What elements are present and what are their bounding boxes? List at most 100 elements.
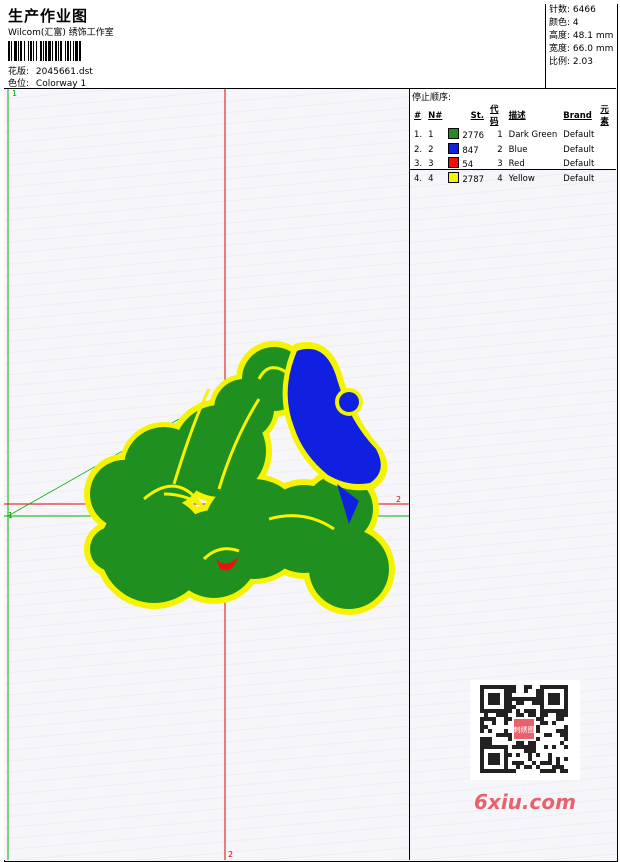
qr-module (536, 753, 540, 757)
qr-module (532, 749, 536, 753)
idx-cell: 4. (414, 173, 423, 184)
qr-module (548, 733, 552, 737)
qr-module (500, 733, 504, 737)
table-row[interactable]: 3. 3 54 3 Red Default (411, 157, 616, 172)
qr-module (480, 729, 484, 733)
qr-module (508, 709, 512, 713)
qr-module (480, 725, 484, 729)
qr-module (500, 713, 504, 717)
qr-module (564, 769, 568, 773)
color-swatch (448, 142, 460, 154)
qr-module (496, 733, 500, 737)
element-cell (597, 143, 616, 158)
qr-module (480, 717, 484, 721)
qr-module (544, 769, 548, 773)
qr-module (564, 757, 568, 761)
qr-module (516, 697, 520, 701)
qr-module (516, 713, 520, 717)
brand-cell: Default (563, 144, 595, 155)
qr-module (492, 721, 496, 725)
qr-module (556, 761, 560, 765)
qr-stamp-text: 刺绣图 (514, 725, 535, 734)
qr-module (564, 745, 568, 749)
qr-module (508, 737, 512, 741)
barcode (8, 41, 148, 61)
stop-sequence-title: 停止顺序: (412, 93, 452, 103)
qr-module (524, 697, 528, 701)
qr-module (508, 733, 512, 737)
qr-module (512, 685, 516, 689)
qr-module (548, 757, 552, 761)
qr-module (480, 737, 484, 741)
qr-module (528, 745, 532, 749)
stitch-cell: 54 (445, 157, 487, 172)
table-row[interactable]: 1. 1 2776 1 Dark Green Default (411, 128, 616, 143)
sheet-header: 生产作业图 Wilcom(汇富) 绣饰工作室 花版: 2045661.dst 色… (4, 4, 616, 89)
qr-module (480, 721, 484, 725)
qr-module (536, 765, 540, 769)
qr-module (556, 717, 560, 721)
qr-module (508, 753, 512, 757)
qr-module (536, 697, 540, 701)
qr-module (528, 749, 532, 753)
qr-module (484, 717, 488, 721)
qr-module (520, 697, 524, 701)
col-element: 元素 (600, 105, 609, 127)
desc-cell: Yellow (508, 173, 535, 184)
qr-module (536, 717, 540, 721)
qr-module (532, 713, 536, 717)
qr-module (556, 757, 560, 761)
qr-module (524, 745, 528, 749)
qr-module (544, 733, 548, 737)
qr-module (508, 717, 512, 721)
marker-end-bottom: 2 (228, 850, 233, 859)
design-preview: 1 1 2 2 (4, 89, 409, 860)
qr-module (528, 753, 532, 757)
table-row[interactable]: 4. 4 2787 4 Yellow Default (411, 171, 616, 187)
marker-end-right: 2 (396, 495, 401, 504)
desc-cell: Blue (508, 144, 528, 155)
needle-cell: 2 (428, 144, 434, 155)
qr-module (504, 713, 508, 717)
qr-module (560, 769, 564, 773)
table-row[interactable]: 2. 2 847 2 Blue Default (411, 142, 616, 158)
qr-module (488, 737, 492, 741)
color-swatch (448, 171, 460, 183)
col-description: 描述 (508, 111, 526, 121)
qr-module (504, 721, 508, 725)
qr-module (516, 753, 520, 757)
design-canvas[interactable]: 1 1 2 2 (4, 89, 410, 860)
qr-module (504, 729, 508, 733)
col-needle: N# (428, 111, 443, 121)
needle-cell: 3 (428, 159, 434, 169)
qr-module (480, 741, 484, 745)
qr-module (560, 765, 564, 769)
qr-module (560, 713, 564, 717)
element-cell (597, 157, 616, 172)
qr-module (560, 729, 564, 733)
qr-module (508, 685, 512, 689)
qr-module (556, 713, 560, 717)
qr-module (524, 685, 528, 689)
software-name: Wilcom(汇富) 绣饰工作室 (8, 28, 114, 38)
stat-stitches: 针数: 6466 (549, 5, 596, 15)
qr-module (520, 745, 524, 749)
qr-module (516, 765, 520, 769)
qr-module (532, 701, 536, 705)
qr-module (564, 725, 568, 729)
qr-module (548, 769, 552, 773)
desc-cell: Dark Green (508, 130, 558, 140)
qr-code: 刺绣图 (470, 680, 580, 780)
qr-module (540, 713, 544, 717)
qr-module (544, 721, 548, 725)
qr-module (488, 741, 492, 745)
stat-colors: 颜色: 4 (549, 18, 579, 28)
stitch-cell: 2787 (445, 171, 487, 187)
qr-module (528, 709, 532, 713)
qr-module (544, 713, 548, 717)
qr-module (528, 713, 532, 717)
qr-module (488, 753, 500, 765)
element-cell (597, 128, 616, 143)
colorway-line: 色位: Colorway 1 (8, 76, 86, 89)
qr-module (512, 705, 516, 709)
